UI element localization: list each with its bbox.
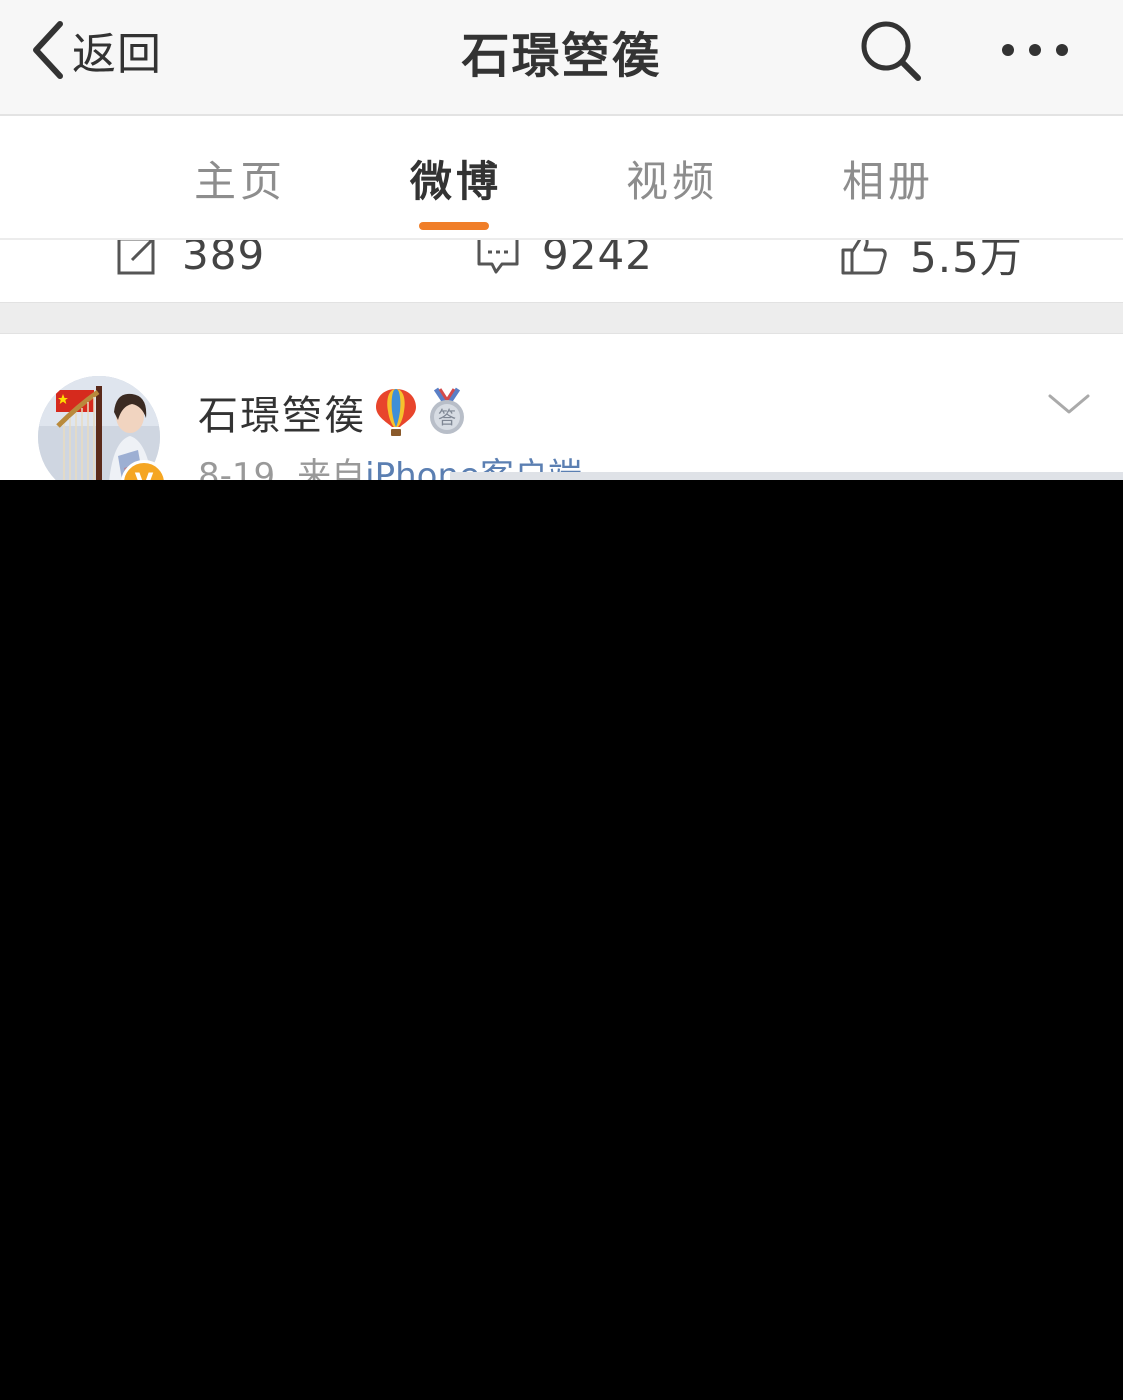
profile-tabs: 主页 微博 视频 相册 <box>0 116 1123 240</box>
page-title: 石璟箜篌 <box>461 28 662 84</box>
overlay-edge <box>450 472 1123 480</box>
weibo-profile-view: 返回 石璟箜篌 主页 微博 视频 相册 389 9242 5.5万 石璟箜篌 答… <box>0 0 1123 480</box>
screen: 返回 石璟箜篌 主页 微博 视频 相册 389 9242 5.5万 石璟箜篌 答… <box>0 0 1123 1400</box>
tab-home[interactable]: 主页 <box>194 148 286 209</box>
post-menu-button[interactable] <box>1046 388 1092 420</box>
svg-text:答: 答 <box>438 408 456 429</box>
search-icon <box>861 21 921 81</box>
answer-medal-icon[interactable]: 答 <box>426 387 468 437</box>
post-source-prefix: 来自 <box>297 456 366 480</box>
more-horizontal-icon <box>1002 44 1068 56</box>
navigation-bar: 返回 石璟箜篌 <box>0 0 1123 116</box>
post-card: V 石璟箜篌 答 8-19来自iPhone客户端 <box>0 334 1123 480</box>
tab-weibo[interactable]: 微博 <box>410 148 502 209</box>
chevron-down-icon <box>1048 394 1090 414</box>
post-date: 8-19 <box>198 456 276 480</box>
balloon-icon[interactable] <box>374 387 418 437</box>
more-button[interactable] <box>998 28 1072 72</box>
author-name[interactable]: 石璟箜篌 <box>198 383 366 441</box>
tab-album[interactable]: 相册 <box>842 148 934 209</box>
search-button[interactable] <box>858 18 924 84</box>
tab-video[interactable]: 视频 <box>626 148 718 209</box>
section-divider <box>0 302 1123 334</box>
author-row: 石璟箜篌 答 <box>198 384 468 440</box>
active-tab-indicator <box>419 222 489 230</box>
